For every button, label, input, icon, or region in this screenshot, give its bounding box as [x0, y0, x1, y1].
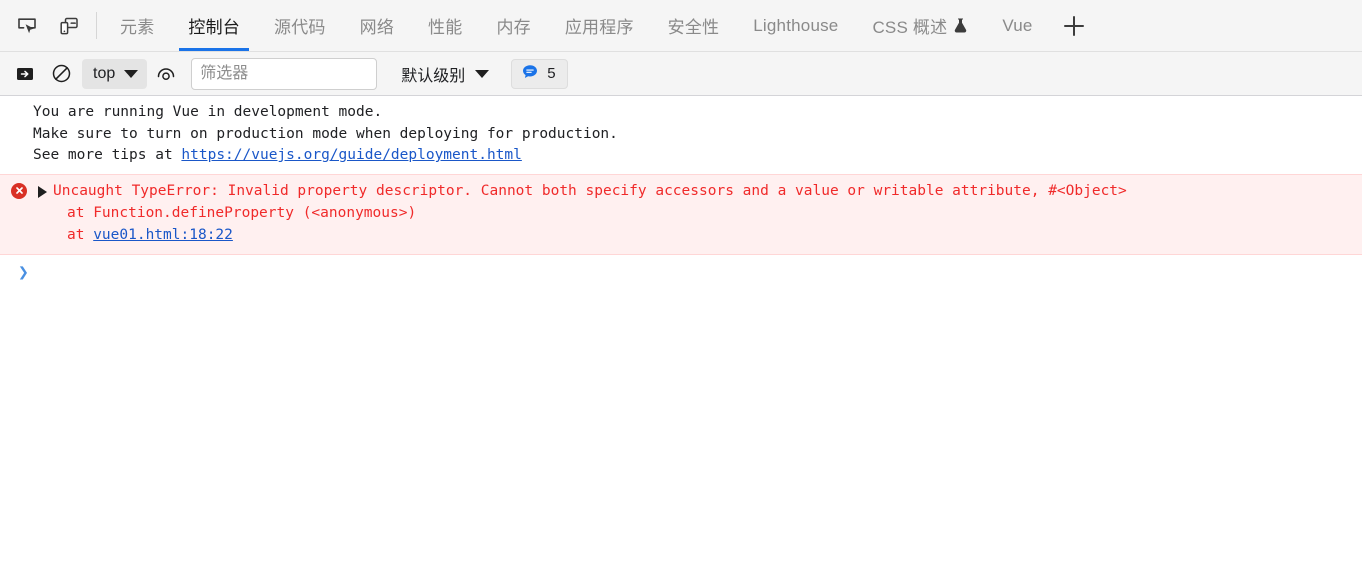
device-toolbar-icon[interactable] [48, 0, 90, 51]
error-source-link[interactable]: vue01.html:18:22 [93, 227, 233, 243]
tab-label: 元素 [120, 18, 155, 37]
tab-label: 性能 [428, 18, 463, 37]
tab-label: 内存 [496, 18, 531, 37]
issues-counter-button[interactable]: 5 [511, 58, 568, 89]
error-circle-icon [11, 182, 27, 199]
vue-dev-line-1: You are running Vue in development mode. [33, 104, 383, 120]
inspect-element-icon[interactable] [6, 0, 48, 51]
tab-console[interactable]: 控制台 [171, 0, 257, 51]
console-sidebar-icon[interactable] [8, 59, 42, 89]
tab-label: 安全性 [667, 18, 720, 37]
clear-console-icon[interactable] [44, 59, 78, 89]
prompt-chevron-icon: ❯ [18, 262, 29, 283]
tab-label: Lighthouse [753, 15, 839, 35]
vue-deployment-link[interactable]: https://vuejs.org/guide/deployment.html [181, 147, 521, 163]
tabbar-divider [96, 12, 97, 39]
experiment-flask-icon [953, 17, 968, 34]
console-message-error[interactable]: Uncaught TypeError: Invalid property des… [0, 173, 1362, 255]
tab-label: 控制台 [188, 18, 241, 37]
error-stack-line-1: at Function.defineProperty (<anonymous>) [67, 204, 417, 221]
vue-dev-line-3-prefix: See more tips at [33, 147, 182, 163]
expand-triangle-icon[interactable] [38, 185, 47, 198]
tab-elements[interactable]: 元素 [103, 0, 171, 51]
live-expression-icon[interactable] [149, 59, 183, 89]
console-message-info: You are running Vue in development mode.… [0, 96, 1362, 174]
tab-network[interactable]: 网络 [343, 0, 411, 51]
execution-context-value: top [93, 64, 116, 82]
error-text: Uncaught TypeError: Invalid property des… [53, 182, 1127, 199]
tab-performance[interactable]: 性能 [411, 0, 479, 51]
tab-security[interactable]: 安全性 [651, 0, 737, 51]
devtools-tabbar: 元素 控制台 源代码 网络 性能 内存 应用程序 安全性 Lighthouse … [0, 0, 1362, 52]
log-level-value: 默认级别 [401, 67, 466, 85]
devtools-window: 元素 控制台 源代码 网络 性能 内存 应用程序 安全性 Lighthouse … [0, 0, 1362, 584]
tab-label: 网络 [359, 18, 395, 37]
issues-bubble-icon [521, 63, 539, 85]
console-filter-input[interactable] [191, 57, 378, 90]
execution-context-selector[interactable]: top [82, 58, 148, 89]
error-stack-prefix: at [67, 226, 94, 243]
tab-sources[interactable]: 源代码 [257, 0, 343, 51]
vue-dev-line-2: Make sure to turn on production mode whe… [33, 125, 618, 142]
tab-label: CSS 概述 [872, 18, 948, 37]
issues-count: 5 [547, 65, 556, 82]
log-level-selector[interactable]: 默认级别 [391, 59, 497, 89]
tab-vue[interactable]: Vue [985, 0, 1049, 51]
add-panel-icon[interactable] [1050, 0, 1098, 51]
tab-memory[interactable]: 内存 [479, 0, 547, 51]
tab-label: Vue [1002, 15, 1033, 35]
console-message-list[interactable]: You are running Vue in development mode.… [0, 96, 1362, 584]
chevron-down-icon [475, 69, 490, 78]
console-prompt[interactable]: ❯ [0, 255, 1362, 285]
tab-lighthouse[interactable]: Lighthouse [736, 0, 855, 51]
tab-label: 源代码 [274, 18, 326, 37]
tab-css-overview[interactable]: CSS 概述 [855, 0, 985, 51]
tab-application[interactable]: 应用程序 [548, 0, 651, 51]
error-stack-line-2: at vue01.html:18:22 [0, 224, 1362, 246]
chevron-down-icon [124, 69, 139, 78]
tab-label: 应用程序 [564, 18, 634, 37]
error-header-row: Uncaught TypeError: Invalid property des… [0, 180, 1362, 202]
console-toolbar: top 默认级别 5 [0, 52, 1362, 96]
